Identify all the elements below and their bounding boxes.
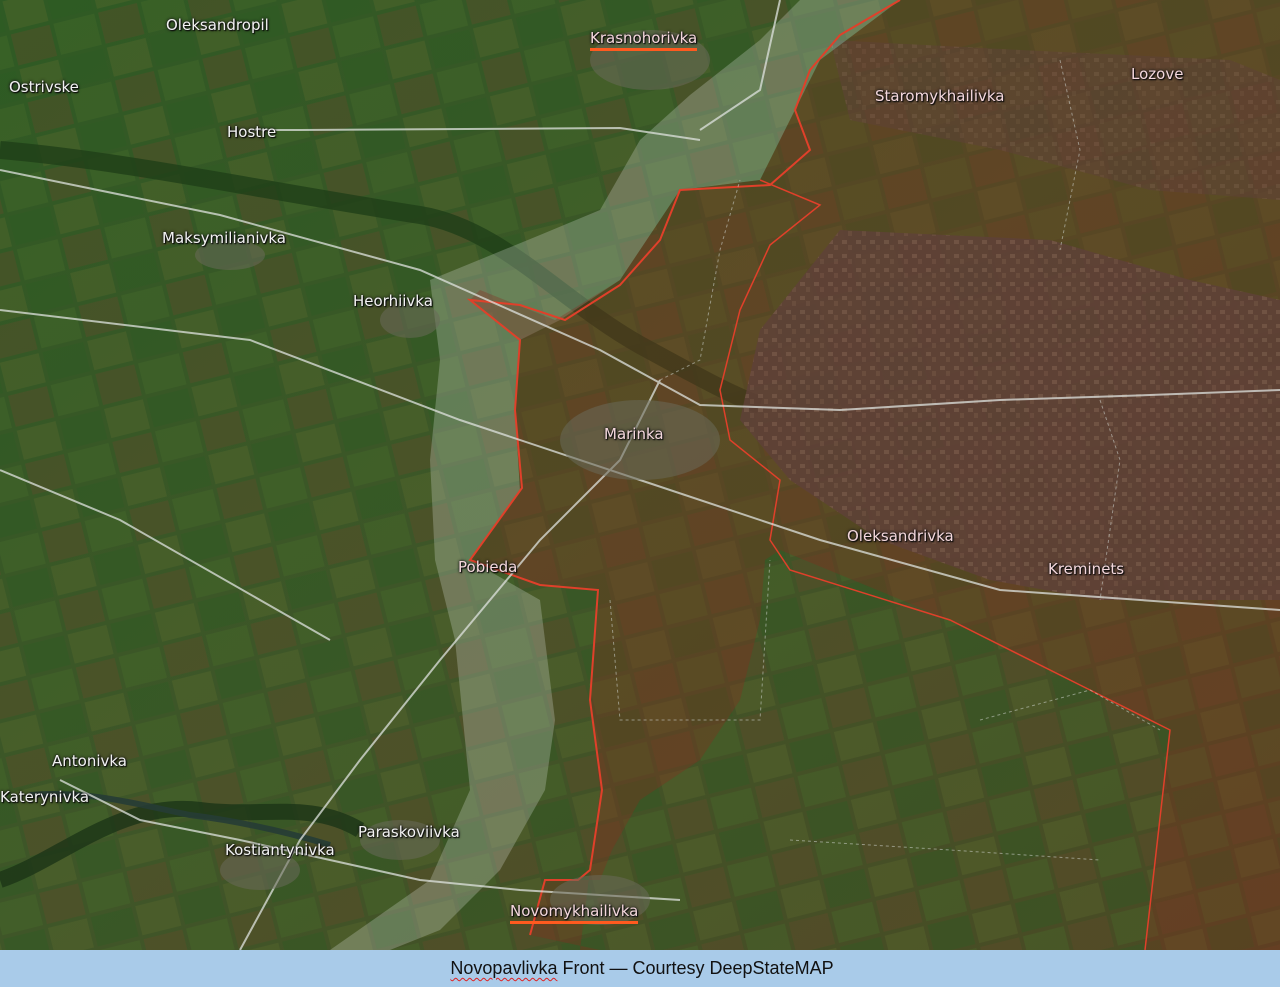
place-label-lozove: Lozove — [1131, 65, 1184, 83]
place-label-kreminets: Kreminets — [1048, 560, 1125, 578]
place-label-paraskoviivka: Paraskoviivka — [358, 823, 460, 841]
place-label-kostiantynivka: Kostiantynivka — [225, 841, 335, 859]
place-label-marinka: Marinka — [604, 425, 664, 443]
place-label-hostre: Hostre — [227, 123, 277, 141]
place-label-ostrivske: Ostrivske — [9, 78, 79, 96]
place-label-maksymilianivka: Maksymilianivka — [162, 229, 286, 247]
caption-rest: Front — Courtesy DeepStateMAP — [557, 958, 834, 978]
place-label-novomykhailivka: Novomykhailivka — [510, 902, 639, 924]
place-label-oleksandropil: Oleksandropil — [166, 16, 269, 34]
place-label-staromykhailivka: Staromykhailivka — [875, 87, 1005, 105]
map-view[interactable]: Oleksandropil Krasnohorivka Ostrivske Hostr… — [0, 0, 1280, 950]
satellite-map[interactable] — [0, 0, 1280, 950]
place-label-krasnohorivka: Krasnohorivka — [590, 29, 698, 51]
place-label-katerynivka: Katerynivka — [0, 788, 90, 806]
place-label-antonivka: Antonivka — [52, 752, 127, 770]
caption-text: Novopavlivka Front — Courtesy DeepStateM… — [450, 958, 833, 979]
caption-bar: Novopavlivka Front — Courtesy DeepStateM… — [0, 950, 1280, 987]
place-label-pobieda: Pobieda — [458, 558, 518, 576]
place-label-oleksandrivka: Oleksandrivka — [847, 527, 954, 545]
caption-prefix: Novopavlivka — [450, 958, 558, 978]
place-label-heorhiivka: Heorhiivka — [353, 292, 433, 310]
